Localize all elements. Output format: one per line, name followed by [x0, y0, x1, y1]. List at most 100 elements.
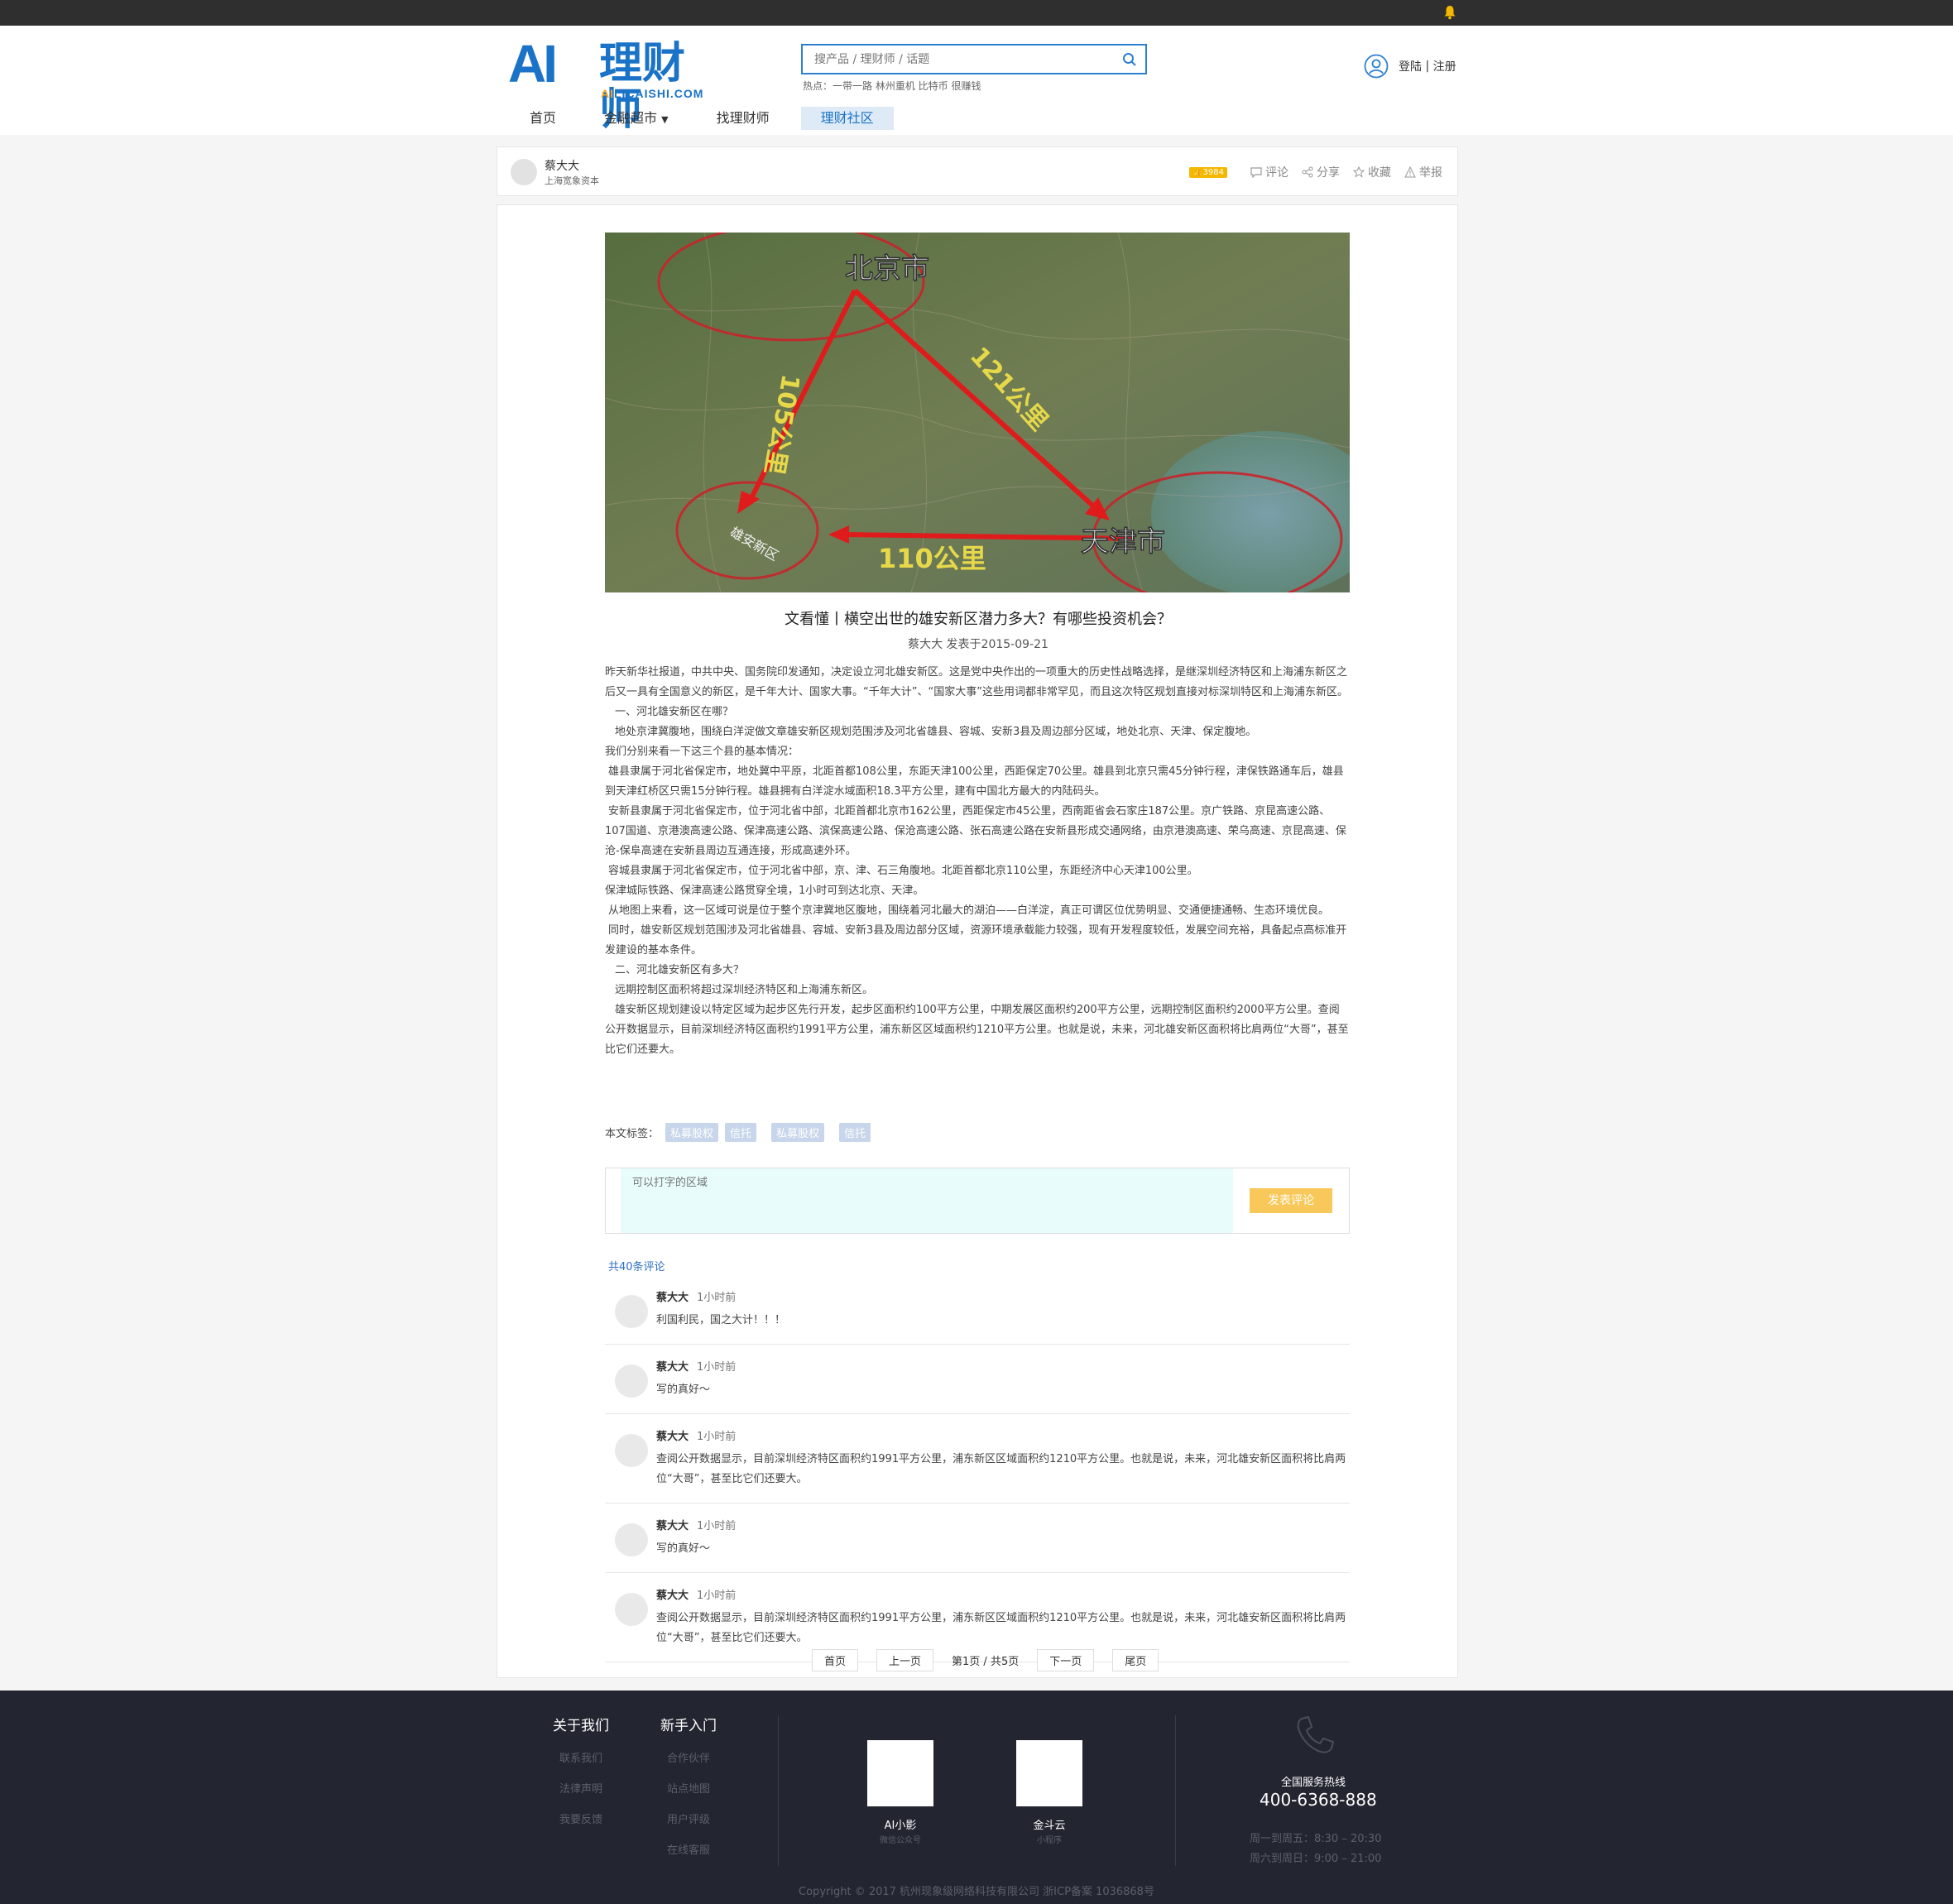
like-button[interactable]: 👍3984: [1189, 166, 1227, 178]
post-comment-button[interactable]: 发表评论: [1250, 1188, 1332, 1213]
tag-item[interactable]: 信托: [839, 1123, 871, 1142]
footer-link[interactable]: 联系我们: [553, 1749, 609, 1765]
site-header: AI 理财师 AILICAISHI.COM 热点：一带一路 林州重机 比特币 很…: [0, 26, 1953, 135]
tags-label: 本文标签：: [605, 1128, 660, 1140]
pagination: 首页 上一页 第1页 / 共5页 下一页 尾页: [812, 1649, 1177, 1671]
register-link[interactable]: 注册: [1433, 58, 1456, 74]
commenter-name[interactable]: 蔡大大: [656, 1292, 689, 1304]
article-paragraph: 地处京津冀腹地，围绕白洋淀做文章雄安新区规划范围涉及河北省雄县、容城、安新3县及…: [615, 726, 1257, 738]
comment-form: 发表评论: [605, 1168, 1350, 1234]
comment-list: 蔡大大 1小时前 利国利民，国之大计！！！ 蔡大大 1小时前 写的真好～ 蔡大大 1小…: [605, 1275, 1350, 1662]
nav-item-advisors[interactable]: 找理财师: [700, 107, 786, 130]
comment-text: 查阅公开数据显示，目前深圳经济特区面积约1991平方公里，浦东新区区域面积约12…: [656, 1612, 1346, 1644]
footer-divider: [1175, 1715, 1176, 1866]
commenter-name[interactable]: 蔡大大: [656, 1431, 689, 1443]
hot-searches[interactable]: 热点：一带一路 林州重机 比特币 很赚钱: [803, 79, 981, 93]
commenter-avatar[interactable]: [615, 1593, 648, 1626]
comment-item: 蔡大大 1小时前 写的真好～: [605, 1504, 1350, 1573]
share-action[interactable]: 分享: [1302, 164, 1340, 180]
comment-item: 蔡大大 1小时前 查阅公开数据显示，目前深圳经济特区面积约1991平方公里，浦东新…: [605, 1414, 1350, 1504]
tag-item[interactable]: 信托: [725, 1123, 757, 1142]
label-beijing: 北京市: [845, 252, 929, 285]
commenter-avatar[interactable]: [615, 1434, 648, 1467]
article-paragraph: 二、河北雄安新区有多大？: [615, 964, 745, 976]
article-paragraph: 一、河北雄安新区在哪？: [615, 706, 734, 718]
footer-col-guide: 新手入门 合作伙伴 站点地图 用户评级 在线客服: [660, 1714, 717, 1872]
article-paragraph: 保津城际铁路、保津高速公路贯穿全境，1小时可到达北京、天津。: [605, 885, 924, 897]
comment-item: 蔡大大 1小时前 利国利民，国之大计！！！: [605, 1275, 1350, 1345]
footer-divider: [778, 1715, 779, 1866]
favorite-action[interactable]: 收藏: [1353, 164, 1391, 180]
qr-code-wechat: [867, 1740, 933, 1806]
footer-link[interactable]: 我要反馈: [553, 1810, 609, 1826]
article-body: 昨天新华社报道，中共中央、国务院印发通知，决定设立河北雄安新区。这是党中央作出的…: [605, 663, 1350, 1060]
footer-link[interactable]: 合作伙伴: [660, 1749, 717, 1765]
article-paragraph: 从地图上来看，这一区域可说是位于整个京津冀地区腹地，围绕着河北最大的湖泊——白洋…: [608, 904, 1330, 917]
login-separator: |: [1422, 60, 1433, 73]
qr-sub-label: 小程序: [1037, 1836, 1062, 1845]
report-action[interactable]: 举报: [1404, 164, 1442, 180]
author-avatar[interactable]: [511, 159, 537, 185]
commenter-avatar[interactable]: [615, 1364, 648, 1398]
tag-item[interactable]: 私募股权: [665, 1123, 719, 1142]
commenter-avatar[interactable]: [615, 1523, 648, 1556]
author-name[interactable]: 蔡大大: [545, 157, 579, 174]
footer-col-title: 新手入门: [660, 1718, 717, 1734]
nav-item-market[interactable]: 金融超市 ▼: [588, 107, 685, 130]
nav-item-community[interactable]: 理财社区: [800, 107, 894, 130]
logo-ai-text: AI: [508, 34, 558, 94]
footer-link[interactable]: 用户评级: [660, 1810, 717, 1826]
article-meta: 蔡大大 发表于2015-09-21: [908, 638, 1048, 651]
service-hours: 周一到周五：8:30 – 20:30 周六到周日：9:00 – 21:00: [1250, 1830, 1381, 1869]
bell-icon[interactable]: [1443, 5, 1456, 20]
search-icon[interactable]: [1122, 52, 1137, 67]
logo-domain: AILICAISHI.COM: [601, 87, 704, 100]
article-paragraph: 同时，雄安新区规划范围涉及河北省雄县、容城、安新3县及周边部分区域，资源环境承载…: [605, 924, 1347, 957]
author-bar: 蔡大大 上海宽象资本 👍3984 评论 分享 收藏 举报: [497, 146, 1458, 196]
service-hours-weekend: 周六到周日：9:00 – 21:00: [1250, 1853, 1382, 1865]
page-info: 第1页 / 共5页: [952, 1656, 1020, 1668]
copyright: Copyright © 2017 杭州现象级网络科技有限公司 浙ICP备案 10…: [799, 1886, 1154, 1898]
phone-icon: [1297, 1715, 1335, 1753]
label-distance-3: 110公里: [878, 543, 986, 574]
footer-link[interactable]: 在线客服: [660, 1841, 717, 1857]
qr-label: 金斗云: [1033, 1820, 1066, 1832]
comment-action[interactable]: 评论: [1250, 164, 1288, 180]
tag-item[interactable]: 私募股权: [771, 1123, 825, 1142]
qr-sub-label: 微信公众号: [880, 1836, 921, 1845]
footer-link[interactable]: 站点地图: [660, 1780, 717, 1796]
top-bar: [0, 0, 1953, 26]
article-title: 文看懂丨横空出世的雄安新区潜力多大？有哪些投资机会？: [785, 611, 1172, 628]
footer-link[interactable]: 法律声明: [553, 1780, 609, 1796]
article-paragraph: 昨天新华社报道，中共中央、国务院印发通知，决定设立河北雄安新区。这是党中央作出的…: [605, 666, 1348, 698]
first-page-button[interactable]: 首页: [812, 1649, 859, 1671]
article-paragraph: 雄安新区规划建设以特定区域为起步区先行开发，起步区面积约100平方公里，中期发展…: [605, 1004, 1349, 1056]
last-page-button[interactable]: 尾页: [1112, 1649, 1159, 1671]
commenter-avatar[interactable]: [615, 1295, 648, 1328]
search-box: [801, 44, 1147, 74]
comment-time: 1小时前: [697, 1590, 737, 1602]
search-input[interactable]: [803, 46, 1101, 73]
comment-time: 1小时前: [697, 1361, 737, 1374]
article-container: 北京市 天津市 雄安新区 105公里 121公里 110公里 文看懂丨横空出世的…: [497, 204, 1458, 1678]
commenter-name[interactable]: 蔡大大: [656, 1361, 689, 1374]
user-login-area: 登陆 | 注册: [1364, 54, 1456, 79]
comment-textarea[interactable]: [621, 1168, 1233, 1233]
article-paragraph: 远期控制区面积将超过深圳经济特区和上海浦东新区。: [615, 984, 874, 996]
site-footer: 关于我们 联系我们 法律声明 我要反馈 新手入门 合作伙伴 站点地图 用户评级 …: [0, 1691, 1953, 1904]
nav-item-home[interactable]: 首页: [513, 107, 573, 130]
comment-text: 利国利民，国之大计！！！: [656, 1314, 786, 1326]
site-logo[interactable]: AI 理财师 AILICAISHI.COM: [508, 34, 707, 133]
comment-icon: [1250, 167, 1262, 178]
commenter-name[interactable]: 蔡大大: [656, 1590, 689, 1602]
comment-time: 1小时前: [697, 1292, 737, 1304]
commenter-name[interactable]: 蔡大大: [656, 1520, 689, 1532]
next-page-button[interactable]: 下一页: [1037, 1649, 1095, 1671]
article-paragraph: 容城县隶属于河北省保定市，位于河北省中部，京、津、石三角腹地。北距首都北京110…: [608, 865, 1198, 877]
article-paragraph: 雄县隶属于河北省保定市，地处冀中平原，北距首都108公里，东距天津100公里，西…: [605, 765, 1344, 798]
login-link[interactable]: 登陆: [1399, 58, 1422, 74]
user-icon[interactable]: [1364, 54, 1389, 79]
prev-page-button[interactable]: 上一页: [876, 1649, 934, 1671]
footer-col-title: 关于我们: [553, 1718, 609, 1734]
hotline-label: 全国服务热线: [1281, 1777, 1346, 1789]
